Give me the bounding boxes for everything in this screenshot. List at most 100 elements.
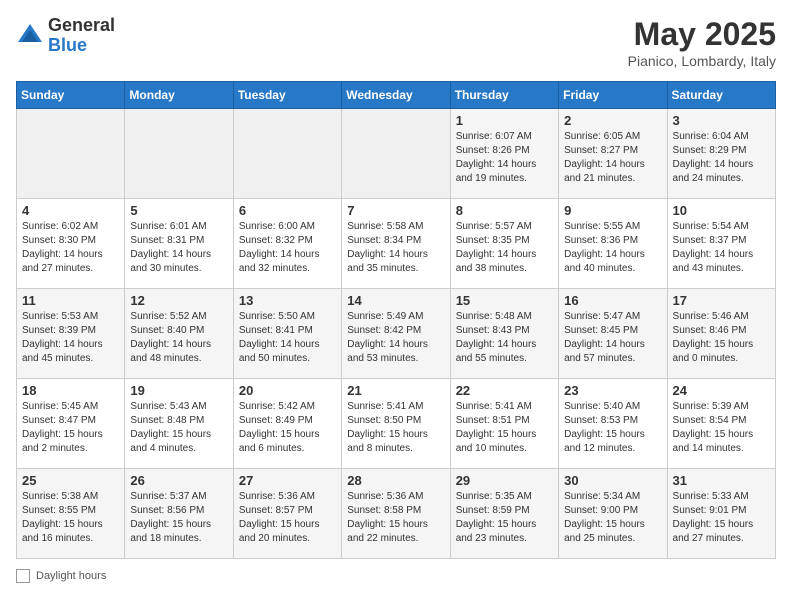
day-info: Sunrise: 5:48 AM Sunset: 8:43 PM Dayligh…: [456, 310, 553, 366]
footer-daylight: Daylight hours: [16, 569, 106, 583]
day-number: 17: [673, 293, 770, 308]
calendar-footer: Daylight hours: [16, 569, 776, 583]
calendar-cell: 6 Sunrise: 6:00 AM Sunset: 8:32 PM Daylig…: [233, 199, 341, 289]
day-info: Sunrise: 5:58 AM Sunset: 8:34 PM Dayligh…: [347, 220, 444, 276]
day-info: Sunrise: 5:46 AM Sunset: 8:46 PM Dayligh…: [673, 310, 770, 366]
day-info: Sunrise: 5:40 AM Sunset: 8:53 PM Dayligh…: [564, 400, 661, 456]
day-number: 18: [22, 383, 119, 398]
day-info: Sunrise: 6:07 AM Sunset: 8:26 PM Dayligh…: [456, 130, 553, 186]
calendar-cell: [125, 109, 233, 199]
calendar-week-3: 11 Sunrise: 5:53 AM Sunset: 8:39 PM Dayli…: [17, 289, 776, 379]
day-number: 11: [22, 293, 119, 308]
day-info: Sunrise: 5:34 AM Sunset: 9:00 PM Dayligh…: [564, 490, 661, 546]
logo-general: General: [48, 15, 115, 35]
day-number: 20: [239, 383, 336, 398]
header-day-thursday: Thursday: [450, 82, 558, 109]
day-number: 2: [564, 113, 661, 128]
logo-icon: [16, 22, 44, 50]
header-day-monday: Monday: [125, 82, 233, 109]
day-number: 8: [456, 203, 553, 218]
calendar-cell: [17, 109, 125, 199]
day-info: Sunrise: 6:05 AM Sunset: 8:27 PM Dayligh…: [564, 130, 661, 186]
day-info: Sunrise: 5:42 AM Sunset: 8:49 PM Dayligh…: [239, 400, 336, 456]
day-info: Sunrise: 5:33 AM Sunset: 9:01 PM Dayligh…: [673, 490, 770, 546]
header-row: SundayMondayTuesdayWednesdayThursdayFrid…: [17, 82, 776, 109]
calendar-cell: 11 Sunrise: 5:53 AM Sunset: 8:39 PM Dayli…: [17, 289, 125, 379]
day-number: 13: [239, 293, 336, 308]
day-info: Sunrise: 5:55 AM Sunset: 8:36 PM Dayligh…: [564, 220, 661, 276]
day-number: 6: [239, 203, 336, 218]
calendar-cell: 4 Sunrise: 6:02 AM Sunset: 8:30 PM Daylig…: [17, 199, 125, 289]
day-number: 24: [673, 383, 770, 398]
header-day-friday: Friday: [559, 82, 667, 109]
day-info: Sunrise: 5:39 AM Sunset: 8:54 PM Dayligh…: [673, 400, 770, 456]
calendar-week-2: 4 Sunrise: 6:02 AM Sunset: 8:30 PM Daylig…: [17, 199, 776, 289]
calendar-week-4: 18 Sunrise: 5:45 AM Sunset: 8:47 PM Dayli…: [17, 379, 776, 469]
logo-blue: Blue: [48, 35, 87, 55]
day-number: 9: [564, 203, 661, 218]
daylight-label: Daylight hours: [36, 570, 106, 582]
day-info: Sunrise: 5:54 AM Sunset: 8:37 PM Dayligh…: [673, 220, 770, 276]
calendar-cell: 5Sunrise: 6:01 AM Sunset: 8:31 PM Daylig…: [125, 199, 233, 289]
day-number: 29: [456, 473, 553, 488]
day-info: Sunrise: 5:36 AM Sunset: 8:58 PM Dayligh…: [347, 490, 444, 546]
calendar-week-1: 1 Sunrise: 6:07 AM Sunset: 8:26 PM Daylig…: [17, 109, 776, 199]
calendar-body: 1 Sunrise: 6:07 AM Sunset: 8:26 PM Daylig…: [17, 109, 776, 559]
calendar-cell: 21Sunrise: 5:41 AM Sunset: 8:50 PM Dayli…: [342, 379, 450, 469]
location: Pianico, Lombardy, Italy: [628, 53, 776, 69]
logo-text: General Blue: [48, 16, 115, 56]
day-number: 12: [130, 293, 227, 308]
day-info: Sunrise: 5:36 AM Sunset: 8:57 PM Dayligh…: [239, 490, 336, 546]
calendar-cell: 1 Sunrise: 6:07 AM Sunset: 8:26 PM Daylig…: [450, 109, 558, 199]
month-title: May 2025: [628, 16, 776, 53]
day-number: 10: [673, 203, 770, 218]
calendar-cell: 20 Sunrise: 5:42 AM Sunset: 8:49 PM Dayli…: [233, 379, 341, 469]
header-day-wednesday: Wednesday: [342, 82, 450, 109]
calendar-cell: 19Sunrise: 5:43 AM Sunset: 8:48 PM Dayli…: [125, 379, 233, 469]
day-number: 31: [673, 473, 770, 488]
calendar-week-5: 25 Sunrise: 5:38 AM Sunset: 8:55 PM Dayli…: [17, 469, 776, 559]
calendar-cell: 7 Sunrise: 5:58 AM Sunset: 8:34 PM Daylig…: [342, 199, 450, 289]
day-number: 26: [130, 473, 227, 488]
calendar-cell: 22 Sunrise: 5:41 AM Sunset: 8:51 PM Dayli…: [450, 379, 558, 469]
calendar-cell: 15 Sunrise: 5:48 AM Sunset: 8:43 PM Dayli…: [450, 289, 558, 379]
day-number: 1: [456, 113, 553, 128]
day-info: Sunrise: 6:00 AM Sunset: 8:32 PM Dayligh…: [239, 220, 336, 276]
calendar-cell: 3Sunrise: 6:04 AM Sunset: 8:29 PM Daylig…: [667, 109, 775, 199]
day-info: Sunrise: 6:02 AM Sunset: 8:30 PM Dayligh…: [22, 220, 119, 276]
calendar-cell: 31 Sunrise: 5:33 AM Sunset: 9:01 PM Dayli…: [667, 469, 775, 559]
day-info: Sunrise: 5:45 AM Sunset: 8:47 PM Dayligh…: [22, 400, 119, 456]
calendar-cell: 26 Sunrise: 5:37 AM Sunset: 8:56 PM Dayli…: [125, 469, 233, 559]
day-number: 3: [673, 113, 770, 128]
calendar-cell: 16 Sunrise: 5:47 AM Sunset: 8:45 PM Dayli…: [559, 289, 667, 379]
page-header: General Blue May 2025 Pianico, Lombardy,…: [16, 16, 776, 69]
day-number: 4: [22, 203, 119, 218]
calendar-cell: 28Sunrise: 5:36 AM Sunset: 8:58 PM Dayli…: [342, 469, 450, 559]
calendar-table: SundayMondayTuesdayWednesdayThursdayFrid…: [16, 81, 776, 559]
day-info: Sunrise: 5:37 AM Sunset: 8:56 PM Dayligh…: [130, 490, 227, 546]
logo: General Blue: [16, 16, 115, 56]
calendar-cell: 29Sunrise: 5:35 AM Sunset: 8:59 PM Dayli…: [450, 469, 558, 559]
day-info: Sunrise: 5:41 AM Sunset: 8:51 PM Dayligh…: [456, 400, 553, 456]
calendar-cell: 24 Sunrise: 5:39 AM Sunset: 8:54 PM Dayli…: [667, 379, 775, 469]
day-number: 21: [347, 383, 444, 398]
calendar-cell: 2 Sunrise: 6:05 AM Sunset: 8:27 PM Daylig…: [559, 109, 667, 199]
day-number: 23: [564, 383, 661, 398]
day-number: 30: [564, 473, 661, 488]
calendar-cell: 13 Sunrise: 5:50 AM Sunset: 8:41 PM Dayli…: [233, 289, 341, 379]
day-info: Sunrise: 5:38 AM Sunset: 8:55 PM Dayligh…: [22, 490, 119, 546]
day-number: 22: [456, 383, 553, 398]
day-info: Sunrise: 5:53 AM Sunset: 8:39 PM Dayligh…: [22, 310, 119, 366]
day-number: 7: [347, 203, 444, 218]
title-block: May 2025 Pianico, Lombardy, Italy: [628, 16, 776, 69]
calendar-header: SundayMondayTuesdayWednesdayThursdayFrid…: [17, 82, 776, 109]
day-number: 15: [456, 293, 553, 308]
calendar-cell: 14Sunrise: 5:49 AM Sunset: 8:42 PM Dayli…: [342, 289, 450, 379]
day-info: Sunrise: 5:50 AM Sunset: 8:41 PM Dayligh…: [239, 310, 336, 366]
day-number: 16: [564, 293, 661, 308]
day-number: 27: [239, 473, 336, 488]
calendar-cell: [342, 109, 450, 199]
calendar-cell: [233, 109, 341, 199]
day-info: Sunrise: 5:47 AM Sunset: 8:45 PM Dayligh…: [564, 310, 661, 366]
day-number: 25: [22, 473, 119, 488]
